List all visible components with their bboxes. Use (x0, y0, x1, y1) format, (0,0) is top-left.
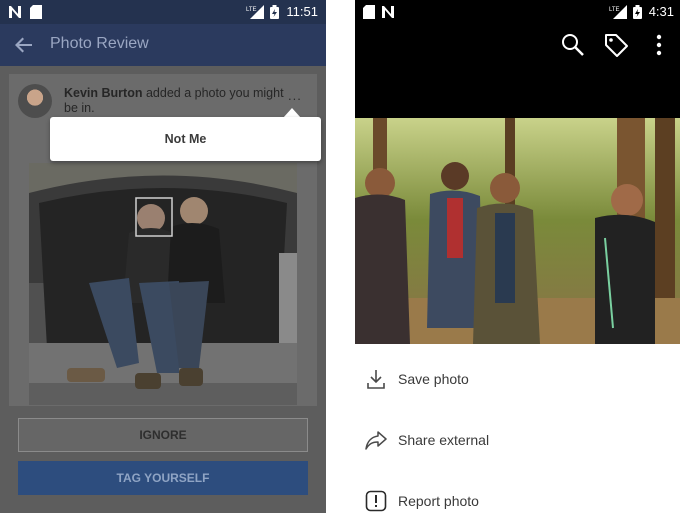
app-bar: Photo Review (0, 24, 326, 66)
menu-label-share-external: Share external (398, 432, 490, 448)
svg-text:LTE: LTE (246, 7, 257, 13)
report-icon (365, 490, 387, 512)
photo-review-screen: LTE 11:51 Photo Review Kevin Burton adde… (0, 0, 326, 513)
status-time: 11:51 (286, 4, 318, 19)
page-title: Photo Review (50, 35, 149, 52)
ignore-button[interactable]: IGNORE (18, 418, 308, 452)
photo-friends-in-forest (355, 118, 680, 344)
back-arrow-icon[interactable] (14, 35, 34, 55)
tagged-photo (29, 163, 297, 405)
notification-text: Kevin Burton added a photo you might be … (64, 86, 294, 116)
menu-item-report-photo[interactable]: Report photo (355, 482, 680, 513)
not-me-popup: Not Me (50, 117, 321, 161)
overflow-menu-icon[interactable] (646, 32, 672, 58)
sd-card-icon (30, 5, 42, 19)
photo-viewer-screen: LTE 4:31 Save photo Share external Repor… (355, 0, 680, 513)
share-icon (365, 431, 387, 450)
battery-icon (633, 5, 642, 19)
notification-user-name[interactable]: Kevin Burton (64, 86, 142, 100)
tag-yourself-button[interactable]: TAG YOURSELF (18, 461, 308, 495)
n-notification-icon (9, 6, 21, 18)
status-bar: LTE 11:51 (0, 0, 326, 24)
menu-label-report-photo: Report photo (398, 493, 479, 509)
signal-lte-icon: LTE (246, 5, 264, 19)
svg-text:LTE: LTE (609, 7, 620, 13)
menu-item-share-external[interactable]: Share external (355, 421, 680, 461)
signal-lte-icon: LTE (609, 5, 627, 19)
tag-icon[interactable] (603, 32, 629, 58)
group-photo (355, 118, 680, 344)
photo-couple-in-car (29, 163, 297, 405)
composite-screenshot: LTE 11:51 Photo Review Kevin Burton adde… (0, 0, 680, 513)
status-time: 4:31 (648, 4, 674, 19)
not-me-option[interactable]: Not Me (50, 132, 321, 146)
top-toolbar: LTE 4:31 (355, 0, 680, 118)
n-notification-icon (382, 6, 394, 18)
battery-icon (270, 5, 279, 19)
search-icon[interactable] (560, 32, 586, 58)
more-options-icon[interactable]: ... (288, 88, 302, 103)
menu-label-save-photo: Save photo (398, 371, 469, 387)
menu-item-save-photo[interactable]: Save photo (355, 360, 680, 400)
avatar[interactable] (18, 84, 52, 118)
sd-card-icon (363, 5, 375, 19)
download-icon (367, 370, 385, 389)
